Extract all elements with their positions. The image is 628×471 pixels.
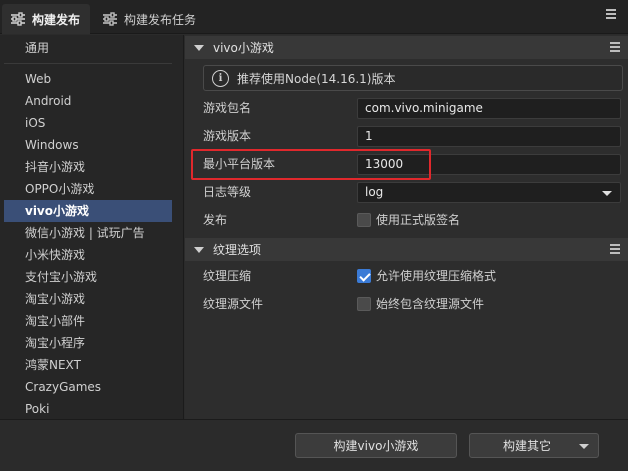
nav-item-web[interactable]: Web (4, 68, 172, 90)
release-signature-checkbox[interactable] (357, 213, 371, 227)
highlight-box (191, 149, 431, 180)
texture-compress-option: 允许使用纹理压缩格式 (376, 269, 497, 283)
platform-list: 通用 Web Android iOS Windows 抖音小游戏 OPPO小游戏… (0, 35, 184, 419)
nav-item-alipay[interactable]: 支付宝小游戏 (4, 266, 172, 288)
section-title: vivo小游戏 (213, 41, 274, 55)
chevron-down-icon (194, 246, 204, 253)
package-name-label: 游戏包名 (203, 101, 252, 115)
texture-source-checkbox[interactable] (357, 297, 371, 311)
texture-source-label: 纹理源文件 (203, 297, 264, 311)
section-menu-icon[interactable] (610, 244, 620, 256)
texture-compress-label: 纹理压缩 (203, 269, 252, 283)
nav-item-poki[interactable]: Poki (4, 398, 172, 420)
tab-label: 构建发布 (32, 12, 81, 27)
log-level-select[interactable]: log (357, 182, 621, 203)
build-other-label: 构建其它 (502, 439, 551, 453)
chevron-down-icon (602, 191, 612, 196)
tab-bar: 构建发布 构建发布任务 (0, 0, 628, 34)
nav-item-android[interactable]: Android (4, 90, 172, 112)
info-icon: i (212, 69, 229, 87)
build-button[interactable]: 构建vivo小游戏 (295, 433, 457, 458)
nav-item-crazygames[interactable]: CrazyGames (4, 376, 172, 398)
panel-menu-icon[interactable] (606, 9, 616, 21)
game-version-input[interactable]: 1 (357, 126, 621, 147)
tab-build-tasks[interactable]: 构建发布任务 (94, 4, 204, 34)
nav-item-wechat[interactable]: 微信小游戏 | 试玩广告 (4, 222, 172, 244)
footer-bar: 构建vivo小游戏 构建其它 (0, 419, 628, 471)
sliders-icon (10, 12, 26, 26)
section-menu-icon[interactable] (610, 42, 620, 54)
build-other-button[interactable]: 构建其它 (469, 433, 599, 458)
nav-item-taobao-miniapp[interactable]: 淘宝小程序 (4, 332, 172, 354)
nav-item-vivo[interactable]: vivo小游戏 (4, 200, 172, 222)
nav-item-windows[interactable]: Windows (4, 134, 172, 156)
release-signature-label: 使用正式版签名 (376, 213, 461, 227)
section-header-vivo[interactable]: vivo小游戏 (185, 36, 628, 59)
nav-divider (4, 63, 172, 64)
texture-source-option: 始终包含纹理源文件 (376, 297, 485, 311)
nav-item-xiaomi[interactable]: 小米快游戏 (4, 244, 172, 266)
publish-label: 发布 (203, 213, 228, 227)
section-header-texture[interactable]: 纹理选项 (185, 238, 628, 261)
nav-item-taobao-game[interactable]: 淘宝小游戏 (4, 288, 172, 310)
package-name-input[interactable]: com.vivo.minigame (357, 98, 621, 119)
log-level-value: log (365, 185, 384, 199)
info-banner: i 推荐使用Node(14.16.1)版本 (203, 65, 623, 91)
log-level-label: 日志等级 (203, 185, 252, 199)
chevron-down-icon (194, 44, 204, 51)
info-text: 推荐使用Node(14.16.1)版本 (237, 71, 396, 86)
game-version-label: 游戏版本 (203, 129, 252, 143)
nav-item-ios[interactable]: iOS (4, 112, 172, 134)
build-button-label: 构建vivo小游戏 (333, 439, 419, 453)
sliders-icon (102, 12, 118, 26)
chevron-down-icon[interactable] (579, 444, 589, 449)
texture-compress-checkbox[interactable] (357, 269, 371, 283)
nav-item-general[interactable]: 通用 (4, 37, 172, 59)
tab-label: 构建发布任务 (124, 12, 197, 27)
tab-build-publish[interactable]: 构建发布 (2, 4, 90, 34)
nav-item-harmony-next[interactable]: 鸿蒙NEXT (4, 354, 172, 376)
nav-item-douyin[interactable]: 抖音小游戏 (4, 156, 172, 178)
section-title: 纹理选项 (213, 243, 262, 257)
nav-item-oppo[interactable]: OPPO小游戏 (4, 178, 172, 200)
settings-panel: vivo小游戏 i 推荐使用Node(14.16.1)版本 游戏包名 com.v… (185, 35, 628, 419)
nav-item-taobao-widget[interactable]: 淘宝小部件 (4, 310, 172, 332)
